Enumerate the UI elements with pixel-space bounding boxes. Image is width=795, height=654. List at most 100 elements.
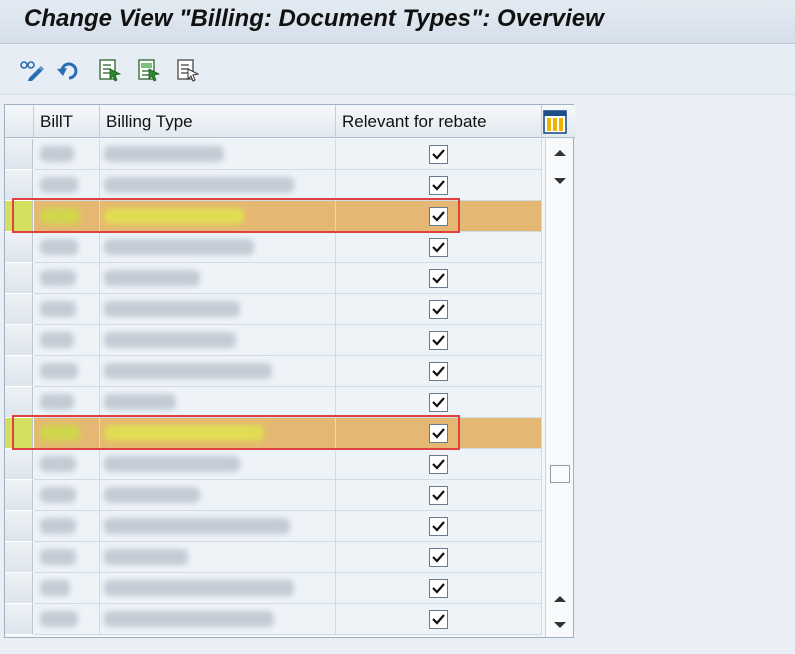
table-row[interactable] [5, 604, 542, 635]
row-selector[interactable] [5, 573, 33, 604]
deselect-all-icon [176, 58, 200, 82]
rebate-checkbox[interactable] [429, 579, 448, 598]
select-block-button[interactable] [135, 57, 163, 83]
table-row[interactable] [5, 511, 542, 542]
redacted-text [104, 394, 176, 410]
table-row[interactable] [5, 480, 542, 511]
row-selector[interactable] [5, 511, 33, 542]
redacted-text [40, 363, 78, 379]
redacted-text [40, 518, 76, 534]
redacted-text [104, 487, 200, 503]
column-header-relevant-for-rebate[interactable]: Relevant for rebate [336, 105, 542, 138]
select-all-rows-header[interactable] [5, 105, 34, 138]
billt-cell [34, 480, 100, 511]
billing-type-cell [100, 201, 336, 232]
rebate-checkbox[interactable] [429, 300, 448, 319]
row-selector[interactable] [5, 201, 33, 232]
redacted-text [40, 394, 74, 410]
table-row[interactable] [5, 449, 542, 480]
row-selector[interactable] [5, 232, 33, 263]
checkmark-icon [432, 428, 445, 439]
checkmark-icon [432, 273, 445, 284]
billt-cell [34, 542, 100, 573]
row-selector[interactable] [5, 170, 33, 201]
rebate-checkbox[interactable] [429, 393, 448, 412]
table-row[interactable] [5, 542, 542, 573]
rebate-checkbox[interactable] [429, 455, 448, 474]
row-selector[interactable] [5, 356, 33, 387]
display-change-button[interactable] [18, 57, 46, 83]
checkmark-icon [432, 149, 445, 160]
table-row[interactable] [5, 387, 542, 418]
billt-cell [34, 263, 100, 294]
table-row[interactable] [5, 232, 542, 263]
billt-cell [34, 449, 100, 480]
table-row[interactable] [5, 294, 542, 325]
table-row[interactable] [5, 170, 542, 201]
rebate-checkbox[interactable] [429, 331, 448, 350]
scroll-up-button[interactable] [552, 145, 568, 161]
page-up-button[interactable] [552, 591, 568, 607]
page-down-button[interactable] [552, 617, 568, 633]
column-header-billing-type[interactable]: Billing Type [100, 105, 336, 138]
row-selector[interactable] [5, 294, 33, 325]
row-selector[interactable] [5, 604, 33, 635]
rebate-cell [336, 294, 542, 325]
billing-type-cell [100, 573, 336, 604]
undo-button[interactable] [55, 57, 83, 83]
table-row[interactable] [5, 263, 542, 294]
redacted-text [104, 456, 240, 472]
table-row[interactable] [5, 356, 542, 387]
checkmark-icon [432, 335, 445, 346]
display-change-icon [19, 59, 45, 81]
table-row[interactable] [5, 573, 542, 604]
rebate-checkbox[interactable] [429, 238, 448, 257]
billing-type-cell [100, 325, 336, 356]
triangle-up-icon [552, 594, 568, 611]
rebate-checkbox[interactable] [429, 424, 448, 443]
column-settings-button[interactable] [543, 110, 567, 134]
rebate-checkbox[interactable] [429, 269, 448, 288]
rebate-checkbox[interactable] [429, 362, 448, 381]
redacted-text [40, 270, 76, 286]
vertical-scrollbar[interactable] [545, 139, 573, 637]
rebate-checkbox[interactable] [429, 548, 448, 567]
column-header-billt[interactable]: BillT [34, 105, 100, 138]
select-all-icon [98, 58, 122, 82]
billing-type-cell [100, 604, 336, 635]
rebate-checkbox[interactable] [429, 176, 448, 195]
triangle-down-icon [552, 620, 568, 637]
row-selector[interactable] [5, 139, 33, 170]
redacted-text [40, 301, 76, 317]
redacted-text [40, 487, 76, 503]
select-all-button[interactable] [96, 57, 124, 83]
billing-type-cell [100, 139, 336, 170]
rebate-checkbox[interactable] [429, 145, 448, 164]
row-selector[interactable] [5, 480, 33, 511]
rebate-checkbox[interactable] [429, 486, 448, 505]
scroll-down-button[interactable] [552, 173, 568, 189]
scroll-thumb[interactable] [550, 465, 570, 483]
billt-cell [34, 604, 100, 635]
rebate-checkbox[interactable] [429, 517, 448, 536]
table-settings-icon [543, 110, 567, 138]
deselect-all-button[interactable] [174, 57, 202, 83]
billing-type-cell [100, 170, 336, 201]
row-selector[interactable] [5, 325, 33, 356]
row-selector[interactable] [5, 542, 33, 573]
rebate-checkbox[interactable] [429, 207, 448, 226]
table-row[interactable] [5, 325, 542, 356]
table-row[interactable] [5, 201, 542, 232]
row-selector[interactable] [5, 387, 33, 418]
select-block-icon [137, 58, 161, 82]
row-selector[interactable] [5, 418, 33, 449]
table-row[interactable] [5, 139, 542, 170]
table-row[interactable] [5, 418, 542, 449]
rebate-checkbox[interactable] [429, 610, 448, 629]
row-selector[interactable] [5, 449, 33, 480]
checkmark-icon [432, 614, 445, 625]
redacted-text [104, 146, 224, 162]
row-selector[interactable] [5, 263, 33, 294]
application-toolbar [0, 45, 795, 95]
redacted-text [40, 580, 70, 596]
